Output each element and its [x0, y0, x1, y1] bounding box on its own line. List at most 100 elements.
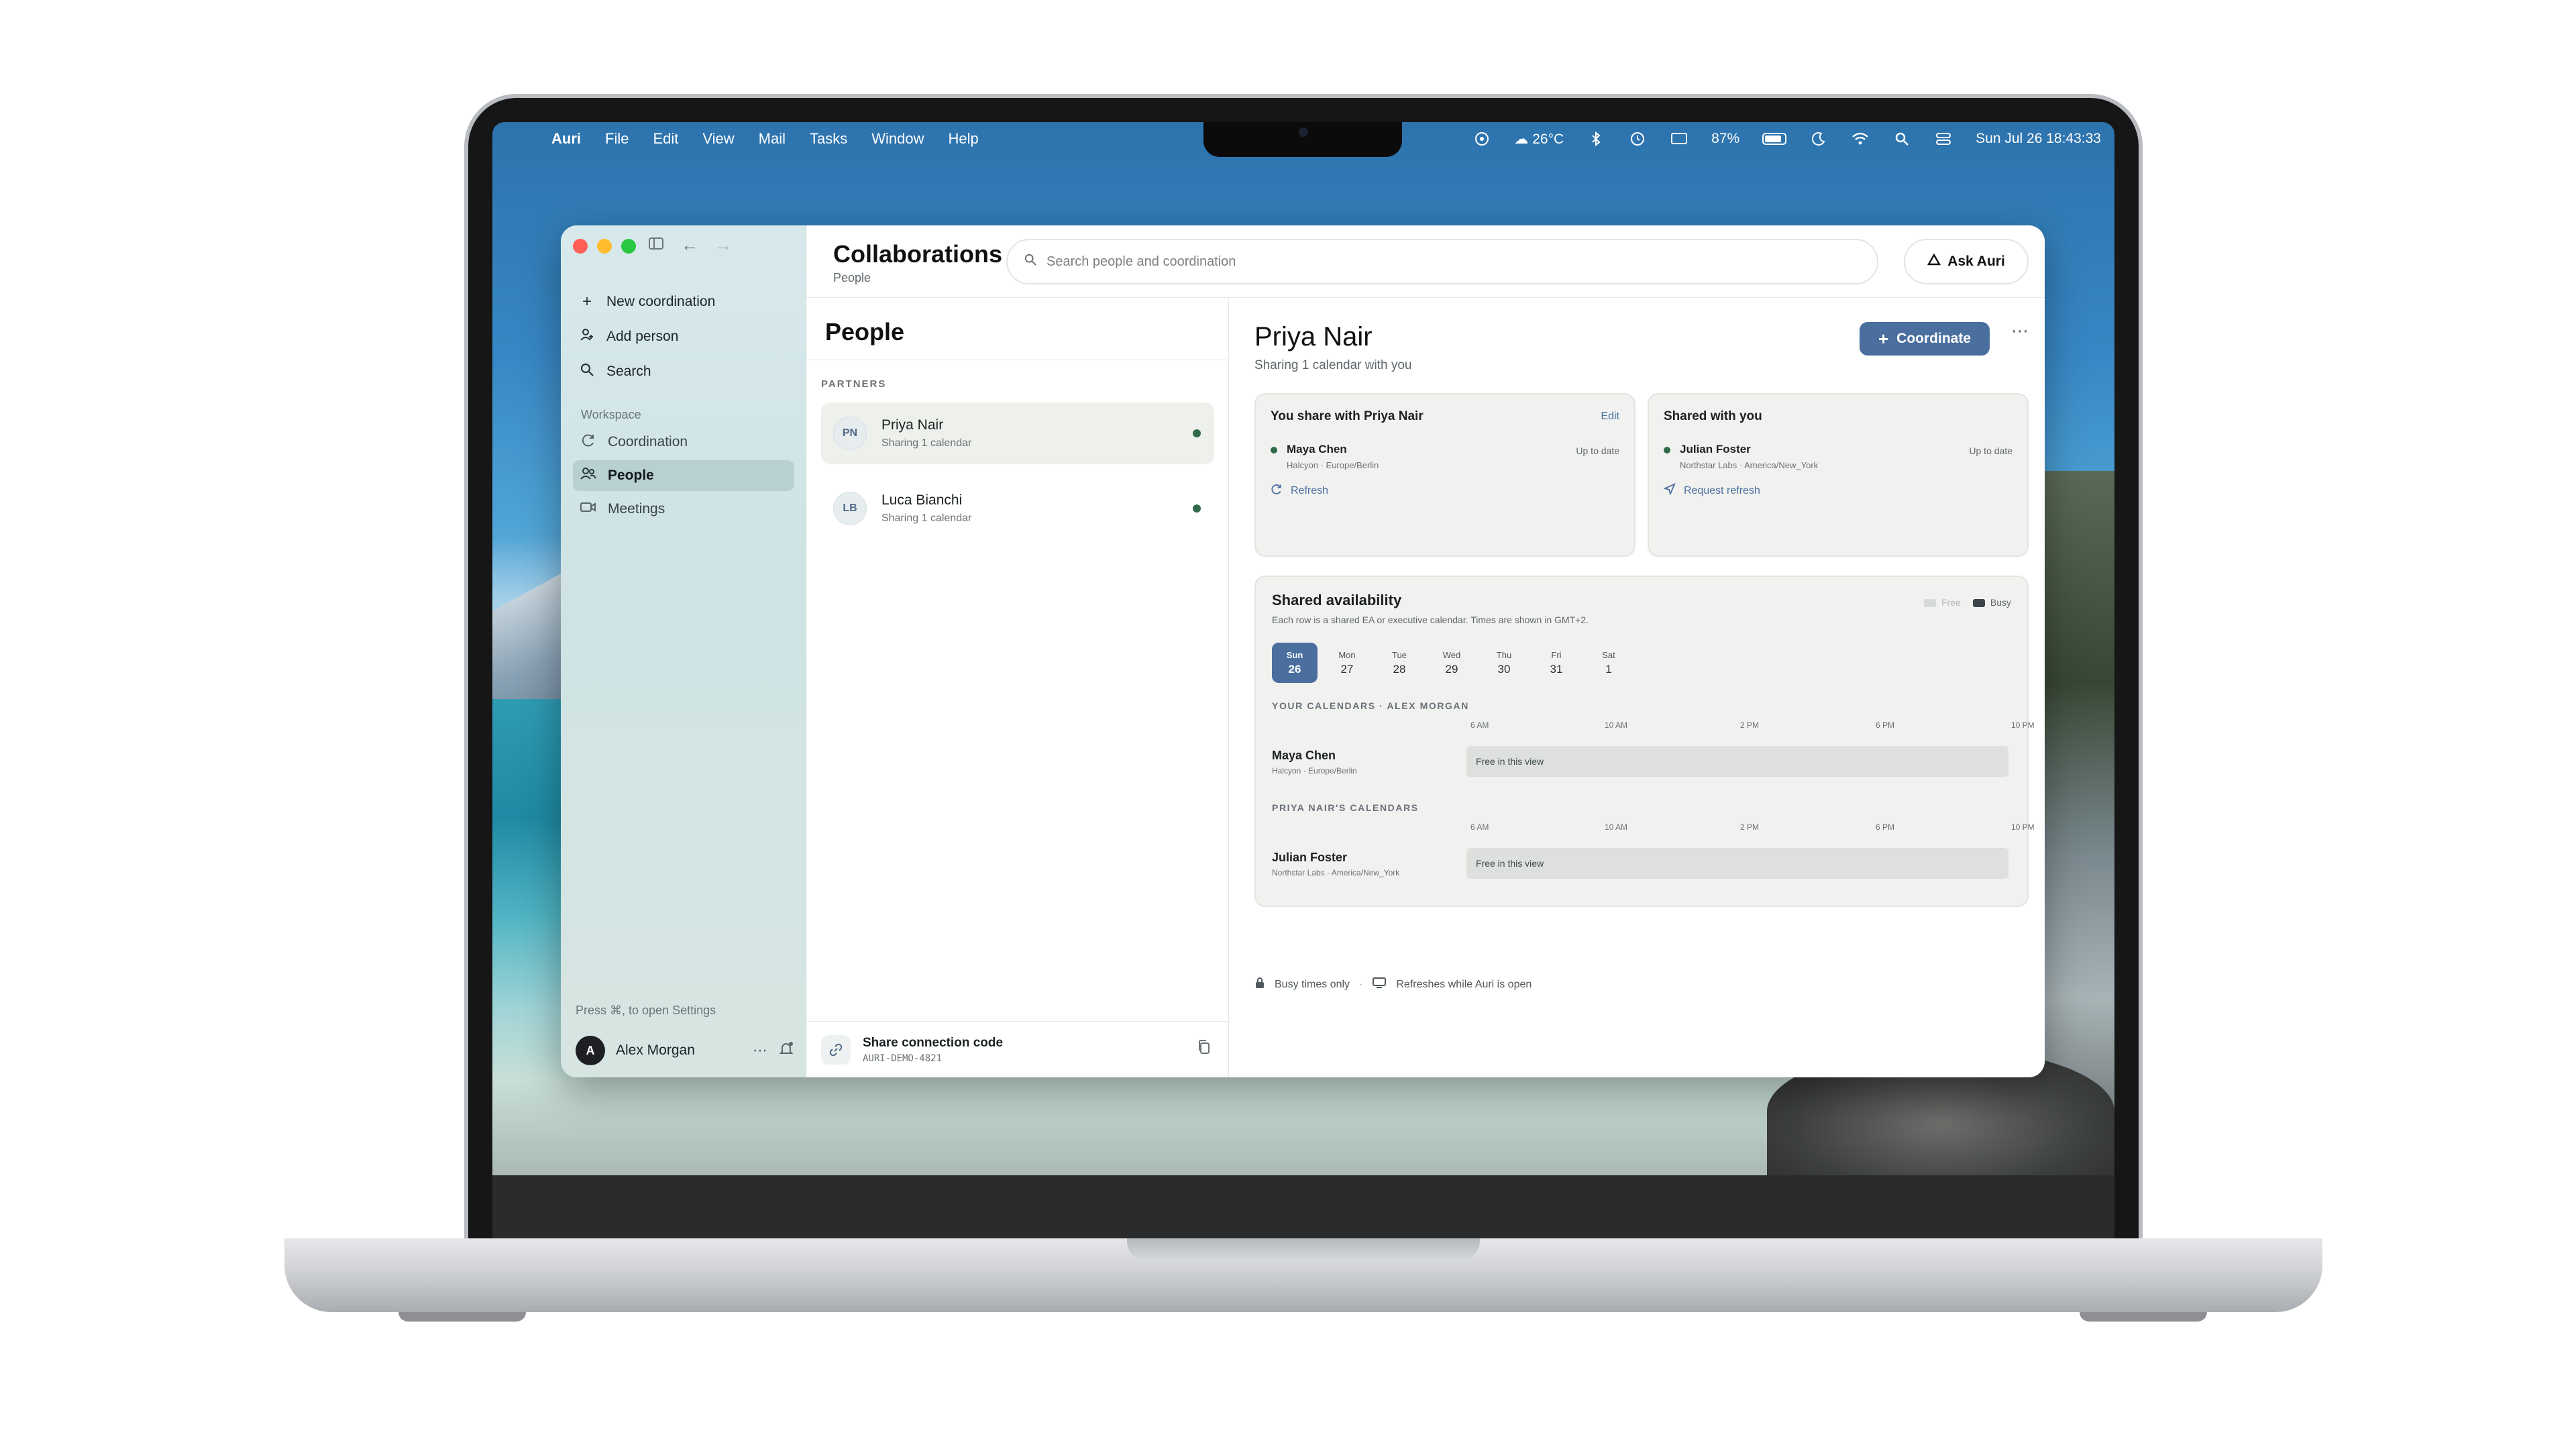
- focus-moon-icon[interactable]: [1809, 129, 1828, 148]
- person-row-luca-bianchi[interactable]: LB Luca Bianchi Sharing 1 calendar: [821, 478, 1214, 539]
- legend-busy-label: Busy: [1990, 597, 2011, 608]
- copy-icon[interactable]: [1197, 1039, 1212, 1059]
- calendar-row-meta: Halcyon · Europe/Berlin: [1272, 766, 1357, 775]
- menu-tasks[interactable]: Tasks: [810, 130, 847, 148]
- zoom-window-button[interactable]: [621, 239, 636, 254]
- battery-icon[interactable]: [1762, 133, 1787, 145]
- laptop-opening-notch: [1127, 1238, 1480, 1261]
- time-machine-icon[interactable]: [1628, 129, 1647, 148]
- new-coordination-label: New coordination: [606, 294, 716, 309]
- sidebar-item-label: Coordination: [608, 434, 688, 449]
- control-center-icon[interactable]: [1934, 129, 1953, 148]
- menu-file[interactable]: File: [605, 130, 629, 148]
- day-of-week: Fri: [1551, 649, 1562, 660]
- people-heading: People: [825, 318, 905, 345]
- search-field[interactable]: [1006, 239, 1878, 284]
- wifi-icon[interactable]: [1851, 129, 1870, 148]
- sidebar-item-meetings[interactable]: Meetings: [573, 494, 794, 525]
- menu-window[interactable]: Window: [871, 130, 924, 148]
- chatgpt-icon[interactable]: [1472, 129, 1491, 148]
- availability-bar[interactable]: Free in this view: [1466, 848, 2008, 879]
- user-profile[interactable]: A Alex Morgan ⋯: [576, 1036, 794, 1065]
- day-number: 28: [1393, 662, 1406, 676]
- card-title: Shared with you: [1664, 409, 1762, 423]
- auri-logo-icon: [1927, 253, 1941, 270]
- weather-temp: 26°C: [1532, 131, 1564, 147]
- sidebar-item-coordination[interactable]: Coordination: [573, 427, 794, 458]
- day-thu[interactable]: Thu 30: [1481, 643, 1527, 683]
- edit-sharing-link[interactable]: Edit: [1601, 411, 1619, 423]
- menu-view[interactable]: View: [702, 130, 734, 148]
- day-picker: Sun 26 Mon 27 Tue 28 Wed 29 Thu 30 Fri 31 Sat 1: [1272, 643, 1631, 683]
- availability-bar[interactable]: Free in this view: [1466, 746, 2008, 777]
- request-refresh-button[interactable]: Request refresh: [1663, 483, 1760, 498]
- calendar-name: Maya Chen: [1287, 443, 1347, 455]
- time-tick: 6 PM: [1876, 720, 1895, 730]
- sidebar-toggle-icon[interactable]: [647, 235, 665, 256]
- search-button[interactable]: Search: [578, 360, 715, 384]
- day-mon[interactable]: Mon 27: [1324, 643, 1370, 683]
- new-coordination-button[interactable]: + New coordination: [578, 290, 715, 314]
- person-status: Sharing 1 calendar: [881, 513, 972, 524]
- person-status: Sharing 1 calendar: [881, 437, 972, 449]
- add-person-button[interactable]: Add person: [578, 325, 715, 349]
- person-row-priya-nair[interactable]: PN Priya Nair Sharing 1 calendar: [821, 402, 1214, 464]
- search-input[interactable]: [1046, 254, 1851, 270]
- time-tick: 2 PM: [1740, 822, 1760, 832]
- partner-calendars-label: PRIYA NAIR'S CALENDARS: [1272, 802, 1419, 813]
- refresh-button[interactable]: Refresh: [1271, 483, 1328, 498]
- avatar: A: [576, 1036, 605, 1065]
- battery-percent: 87%: [1711, 131, 1740, 146]
- calendar-meta: Northstar Labs · America/New_York: [1680, 460, 1819, 470]
- day-sat[interactable]: Sat 1: [1586, 643, 1631, 683]
- busy-only-note: Busy times only: [1275, 978, 1350, 990]
- menu-mail[interactable]: Mail: [759, 130, 786, 148]
- forward-arrow-icon[interactable]: →: [714, 235, 733, 256]
- close-window-button[interactable]: [573, 239, 588, 254]
- notification-bell-icon[interactable]: [778, 1040, 794, 1061]
- display-icon[interactable]: [1670, 129, 1688, 148]
- calendar-name: Julian Foster: [1680, 443, 1751, 455]
- calendar-row-name: Maya Chen: [1272, 749, 1336, 762]
- day-sun[interactable]: Sun 26: [1272, 643, 1318, 683]
- connection-code: AURI-DEMO-4821: [863, 1053, 943, 1064]
- laptop-chin: [492, 1175, 2114, 1238]
- day-tue[interactable]: Tue 28: [1377, 643, 1422, 683]
- sync-status: Up to date: [1969, 445, 2012, 456]
- person-detail-name: Priya Nair: [1254, 322, 1373, 352]
- back-arrow-icon[interactable]: ←: [680, 235, 699, 256]
- more-icon[interactable]: ⋯: [753, 1042, 767, 1059]
- coordination-icon: [580, 433, 597, 451]
- sidebar-actions: + New coordination Add person Search: [578, 290, 715, 384]
- availability-legend: Free Busy: [1924, 597, 2011, 608]
- coordinate-button[interactable]: + Coordinate: [1860, 322, 1990, 356]
- add-person-label: Add person: [606, 329, 679, 344]
- add-person-icon: [578, 327, 596, 347]
- refresh-icon: [1271, 483, 1283, 498]
- ask-auri-button[interactable]: Ask Auri: [1904, 239, 2029, 284]
- menu-edit[interactable]: Edit: [653, 130, 678, 148]
- menu-help[interactable]: Help: [949, 130, 979, 148]
- day-wed[interactable]: Wed 29: [1429, 643, 1474, 683]
- weather-widget[interactable]: ☁ 26°C: [1514, 131, 1564, 148]
- page-subtitle: People: [833, 271, 871, 284]
- share-connection-code[interactable]: Share connection code AURI-DEMO-4821: [806, 1021, 1229, 1077]
- menu-clock[interactable]: Sun Jul 26 18:43:33: [1976, 131, 2101, 147]
- minimize-window-button[interactable]: [597, 239, 612, 254]
- sidebar-item-people[interactable]: People: [573, 460, 794, 491]
- spotlight-search-icon[interactable]: [1892, 129, 1911, 148]
- shared-availability-card: Shared availability Each row is a shared…: [1254, 576, 2035, 907]
- laptop-foot: [2080, 1312, 2207, 1322]
- people-icon: [580, 466, 597, 485]
- menu-app-name[interactable]: Auri: [551, 130, 581, 148]
- shared-calendar-item: Maya Chen Halcyon · Europe/Berlin: [1271, 443, 1379, 470]
- day-fri[interactable]: Fri 31: [1534, 643, 1579, 683]
- day-number: 26: [1288, 662, 1301, 676]
- legend-free-label: Free: [1941, 597, 1961, 608]
- sidebar-toolbar: ← →: [647, 235, 733, 256]
- more-options-icon[interactable]: ⋯: [2011, 321, 2029, 341]
- day-of-week: Sat: [1602, 649, 1615, 660]
- bluetooth-icon[interactable]: [1587, 129, 1605, 148]
- day-of-week: Thu: [1496, 649, 1512, 660]
- refresh-label: Refresh: [1291, 484, 1329, 496]
